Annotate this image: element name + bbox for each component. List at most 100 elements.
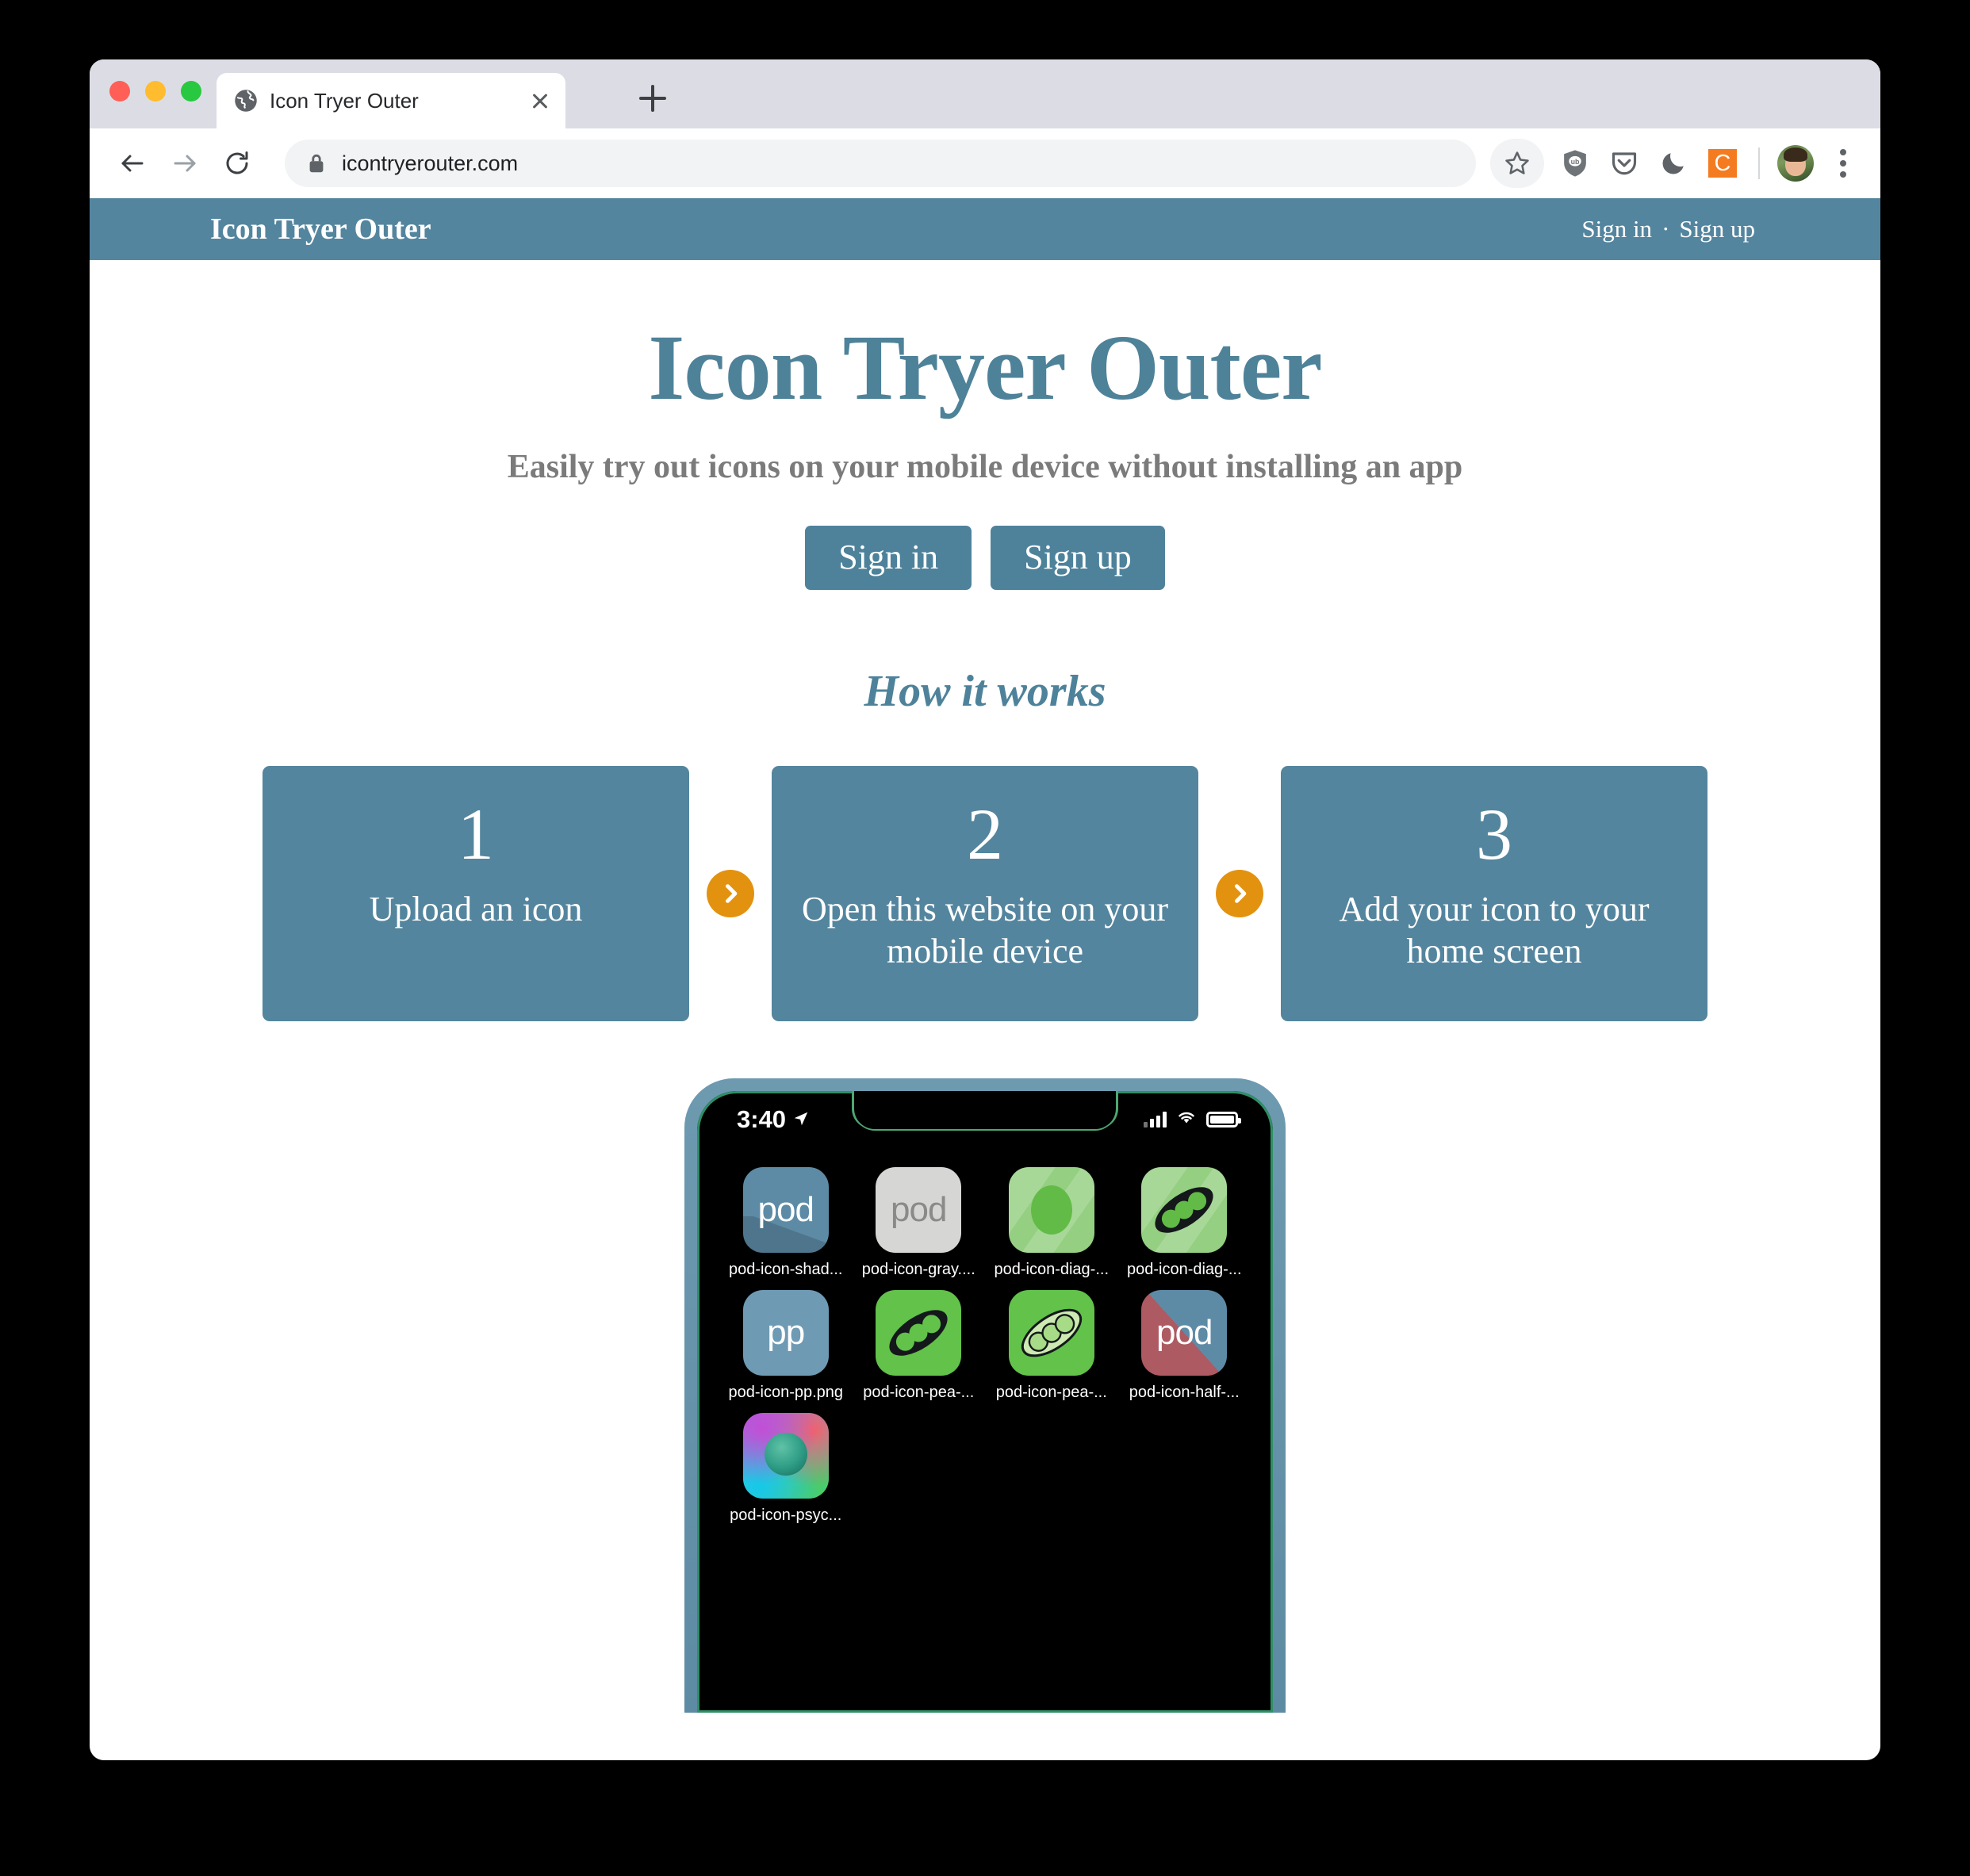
pp-glyph: pp xyxy=(767,1312,805,1352)
app-label: pod-icon-diag-... xyxy=(994,1260,1110,1278)
how-it-works-steps: 1 Upload an icon 2 Open this website on … xyxy=(90,765,1880,1021)
app-tile xyxy=(1008,1166,1094,1253)
avatar xyxy=(1777,145,1814,182)
profile-avatar[interactable] xyxy=(1771,139,1820,188)
phone-home-screen: pod pod-icon-shad... pod pod-icon-gray..… xyxy=(697,1166,1273,1536)
maximize-window-button[interactable] xyxy=(181,81,201,101)
window-traffic-lights xyxy=(109,81,201,101)
site-brand[interactable]: Icon Tryer Outer xyxy=(210,212,431,247)
address-bar[interactable]: icontryerouter.com xyxy=(285,140,1476,187)
step-text: Open this website on your mobile device xyxy=(802,889,1168,971)
app-label: pod-icon-gray.... xyxy=(861,1260,975,1278)
close-icon[interactable] xyxy=(529,90,551,112)
status-time: 3:40 xyxy=(737,1105,787,1133)
phone-screen: 3:40 pod pod-icon-shad... pod pod-icon-g… xyxy=(697,1090,1273,1713)
app-slot-empty xyxy=(853,1413,986,1525)
hero-section: Icon Tryer Outer Easily try out icons on… xyxy=(90,260,1880,590)
app-icon-row: pod pod-icon-shad... pod pod-icon-gray..… xyxy=(719,1166,1251,1279)
app-label: pod-icon-pea-... xyxy=(863,1383,975,1401)
avatar-hair xyxy=(1784,147,1807,162)
app-tile xyxy=(876,1289,962,1376)
navbar-separator: · xyxy=(1661,215,1670,243)
navbar-sign-in-link[interactable]: Sign in xyxy=(1581,215,1652,243)
app-icon-pod-gray[interactable]: pod pod-icon-gray.... xyxy=(853,1166,986,1279)
browser-tab-strip: Icon Tryer Outer xyxy=(90,59,1880,128)
app-label: pod-icon-diag-... xyxy=(1126,1260,1242,1278)
forward-icon[interactable] xyxy=(163,141,207,186)
tab-title: Icon Tryer Outer xyxy=(270,88,419,113)
toolbar-divider xyxy=(1758,147,1760,179)
sign-up-button[interactable]: Sign up xyxy=(991,526,1165,590)
app-tile: pod xyxy=(876,1166,962,1253)
wifi-icon xyxy=(1176,1109,1197,1129)
minimize-window-button[interactable] xyxy=(145,81,166,101)
app-tile xyxy=(742,1412,829,1499)
browser-tab[interactable]: Icon Tryer Outer xyxy=(217,73,565,128)
sign-in-button[interactable]: Sign in xyxy=(805,526,972,590)
browser-toolbar: icontryerouter.com ub C xyxy=(90,128,1880,198)
reload-icon[interactable] xyxy=(215,141,259,186)
lock-icon xyxy=(307,152,326,174)
step-number: 1 xyxy=(458,793,494,875)
step-card-3: 3 Add your icon to your home screen xyxy=(1281,765,1707,1021)
app-icon-row: pp pod-icon-pp.png pod-icon-pea-... pod-… xyxy=(719,1289,1251,1402)
site-navbar: Icon Tryer Outer Sign in · Sign up xyxy=(90,198,1880,260)
extension-c-label: C xyxy=(1708,149,1737,178)
close-window-button[interactable] xyxy=(109,81,130,101)
app-tile: pod xyxy=(1141,1289,1228,1376)
battery-icon xyxy=(1206,1111,1241,1128)
chevron-right-icon xyxy=(1216,869,1263,917)
pocket-icon[interactable] xyxy=(1600,139,1649,188)
url-text: icontryerouter.com xyxy=(342,151,519,175)
ublock-origin-icon[interactable]: ub xyxy=(1550,139,1600,188)
app-label: pod-icon-half-... xyxy=(1129,1383,1240,1401)
status-time-group: 3:40 xyxy=(737,1105,810,1134)
chevron-right-icon xyxy=(707,869,754,917)
pod-glyph: pod xyxy=(757,1189,814,1229)
app-label: pod-icon-shad... xyxy=(729,1260,843,1278)
app-tile xyxy=(1008,1289,1094,1376)
navbar-links: Sign in · Sign up xyxy=(1581,215,1842,243)
hero-subtitle: Easily try out icons on your mobile devi… xyxy=(507,449,1463,486)
app-label: pod-icon-psyc... xyxy=(730,1506,842,1524)
app-slot-empty xyxy=(985,1413,1118,1525)
app-icon-peapod-dark[interactable]: pod-icon-pea-... xyxy=(853,1289,986,1402)
app-label: pod-icon-pea-... xyxy=(995,1383,1107,1401)
app-tile: pod xyxy=(742,1166,829,1253)
app-icon-pp[interactable]: pp pod-icon-pp.png xyxy=(719,1289,853,1402)
navbar-sign-up-link[interactable]: Sign up xyxy=(1679,215,1755,243)
chrome-menu-kebab-icon[interactable] xyxy=(1823,144,1863,183)
step-number: 2 xyxy=(967,793,1003,875)
new-tab-button[interactable] xyxy=(637,82,669,114)
step-card-1: 1 Upload an icon xyxy=(263,765,689,1021)
page-title: Icon Tryer Outer xyxy=(648,316,1322,419)
location-arrow-icon xyxy=(792,1105,810,1134)
app-slot-empty xyxy=(1118,1413,1251,1525)
app-icon-half-red-blue[interactable]: pod pod-icon-half-... xyxy=(1118,1289,1251,1402)
step-arrow-2 xyxy=(1198,869,1281,917)
signal-bars-icon xyxy=(1144,1111,1167,1128)
step-text: Add your icon to your home screen xyxy=(1339,889,1650,971)
app-icon-row: pod-icon-psyc... xyxy=(719,1412,1251,1525)
step-card-2: 2 Open this website on your mobile devic… xyxy=(772,765,1198,1021)
svg-text:ub: ub xyxy=(1571,158,1580,166)
toolbar-icon-group: ub C xyxy=(1490,139,1863,188)
dark-mode-moon-icon[interactable] xyxy=(1649,139,1698,188)
app-icon-green-peapod-diag[interactable]: pod-icon-diag-... xyxy=(1118,1166,1251,1279)
app-icon-peapod-light[interactable]: pod-icon-pea-... xyxy=(985,1289,1118,1402)
how-it-works-heading: How it works xyxy=(864,666,1106,716)
extension-c-icon[interactable]: C xyxy=(1698,139,1747,188)
back-icon[interactable] xyxy=(110,141,155,186)
website-content: Icon Tryer Outer Sign in · Sign up Icon … xyxy=(90,198,1880,1713)
app-icon-pod-shadow[interactable]: pod pod-icon-shad... xyxy=(719,1166,853,1279)
pod-glyph: pod xyxy=(891,1189,947,1229)
phone-status-bar: 3:40 xyxy=(697,1091,1273,1142)
app-icon-green-circle-diag[interactable]: pod-icon-diag-... xyxy=(985,1166,1118,1279)
app-icon-psychedelic[interactable]: pod-icon-psyc... xyxy=(719,1412,853,1525)
browser-window: Icon Tryer Outer icontryerouter.com ub C… xyxy=(90,59,1880,1760)
app-label: pod-icon-pp.png xyxy=(728,1383,844,1401)
phone-mockup-section: 3:40 pod pod-icon-shad... pod pod-icon-g… xyxy=(90,1078,1880,1713)
bookmark-star-icon[interactable] xyxy=(1490,139,1544,188)
step-arrow-1 xyxy=(689,869,772,917)
step-number: 3 xyxy=(1476,793,1512,875)
